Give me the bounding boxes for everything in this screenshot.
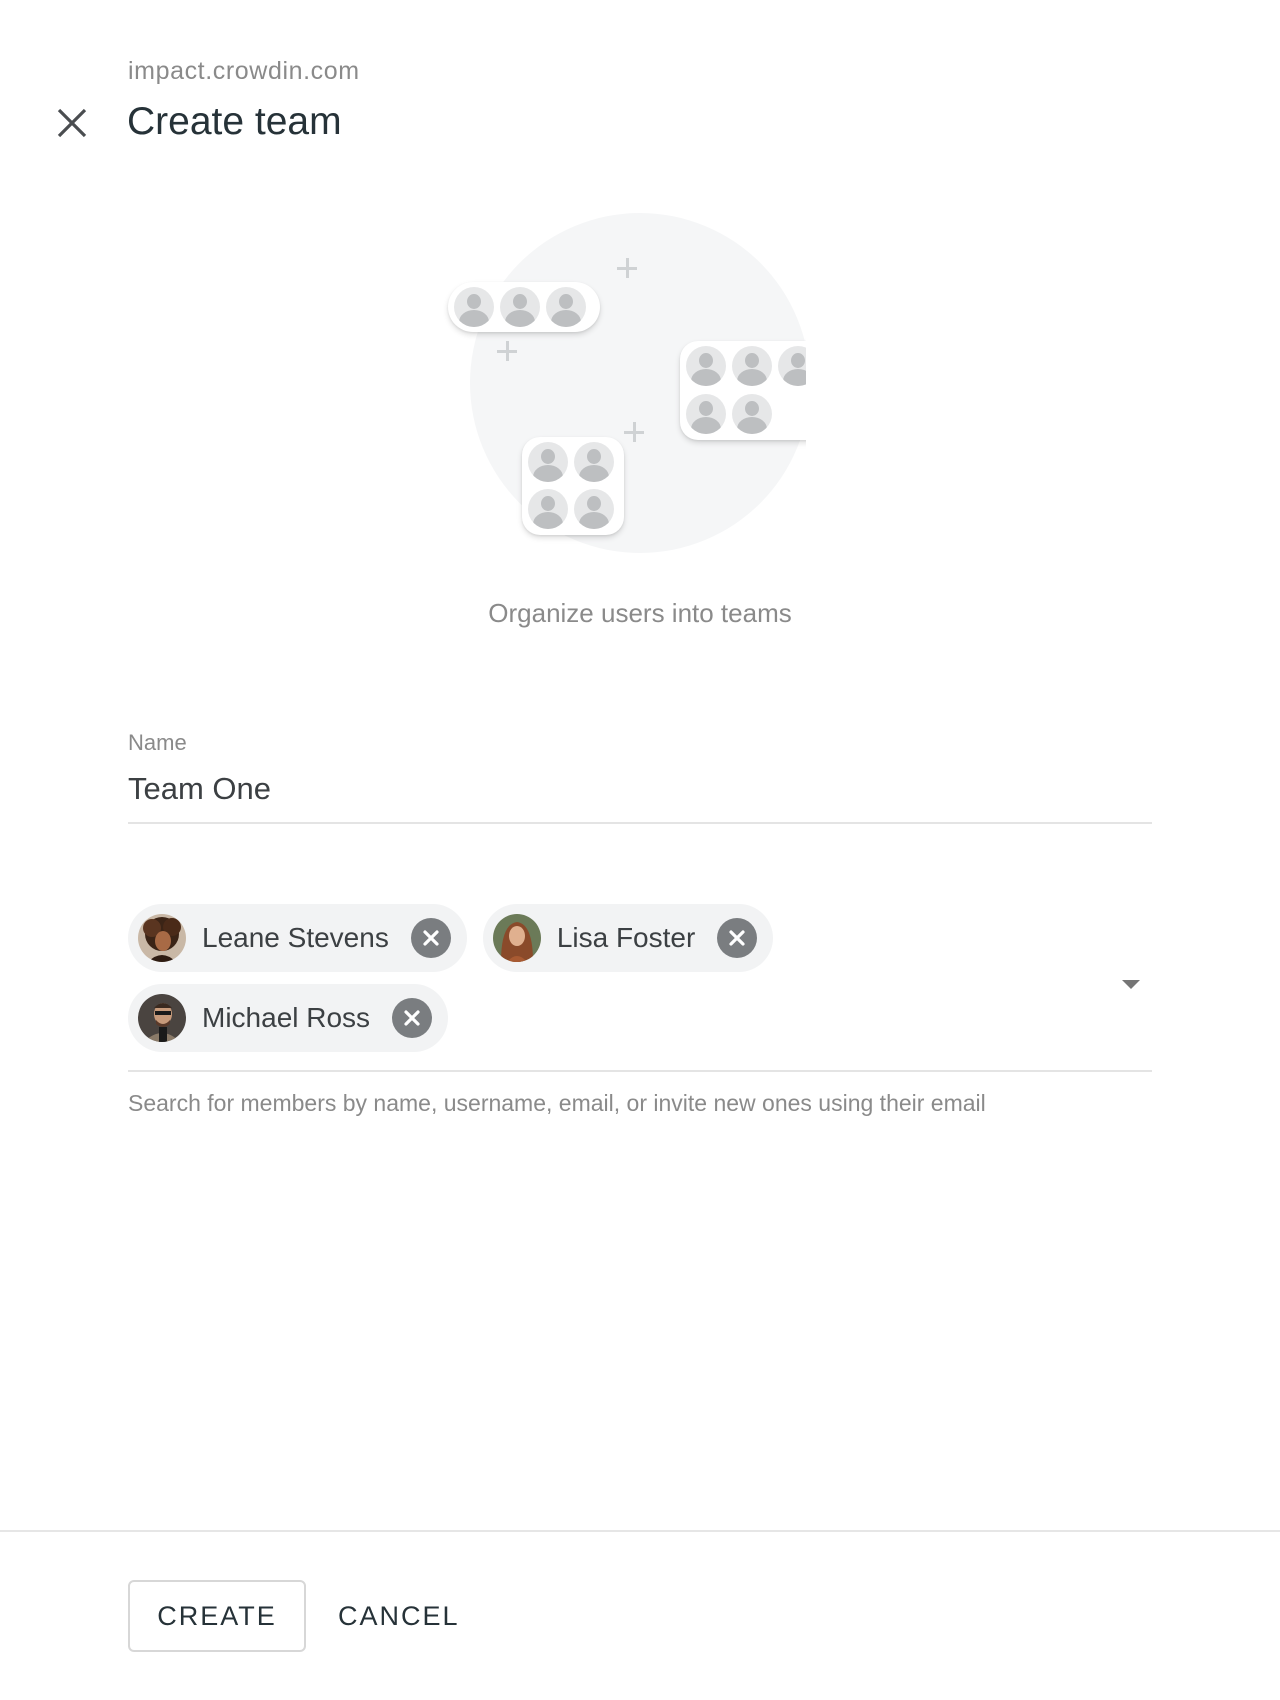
user-placeholder-icon (732, 346, 772, 386)
avatar (138, 994, 186, 1042)
arrow-drop-down-icon[interactable] (1122, 980, 1140, 989)
site-domain: impact.crowdin.com (128, 57, 360, 85)
user-placeholder-icon (454, 287, 494, 327)
close-button[interactable] (52, 103, 92, 143)
user-placeholder-icon (546, 287, 586, 327)
member-chips: Leane Stevens Lisa Foster Michael Ross (128, 904, 908, 1052)
member-chip: Lisa Foster (482, 904, 774, 972)
user-placeholder-icon (686, 393, 726, 434)
member-name: Michael Ross (202, 1002, 371, 1033)
footer-divider (0, 1530, 1280, 1532)
remove-member-button[interactable] (392, 998, 433, 1038)
member-name: Lisa Foster (556, 922, 696, 953)
avatar (138, 914, 186, 962)
user-placeholder-icon (686, 346, 726, 386)
team-groups-illustration (440, 205, 840, 565)
name-label: Name (128, 730, 187, 755)
plus-icon (624, 422, 644, 442)
user-placeholder-icon (500, 287, 540, 327)
remove-circle-icon (404, 1010, 420, 1026)
member-chip: Michael Ross (128, 984, 449, 1052)
illustration-subtitle: Organize users into teams (488, 598, 792, 628)
page-title: Create team (127, 100, 342, 143)
team-card-grid-small (522, 437, 624, 535)
user-placeholder-icon (528, 489, 568, 529)
user-placeholder-icon (574, 489, 614, 529)
plus-icon (617, 258, 637, 278)
cancel-button[interactable]: CANCEL (322, 1580, 476, 1652)
user-placeholder-icon (778, 346, 806, 386)
user-placeholder-icon (574, 442, 614, 482)
team-card-row (448, 282, 600, 332)
members-helper-text: Search for members by name, username, em… (128, 1090, 986, 1116)
remove-member-button[interactable] (717, 918, 758, 958)
member-name: Leane Stevens (202, 922, 389, 953)
members-select[interactable]: Leane Stevens Lisa Foster Michael Ross (128, 904, 1152, 1072)
remove-circle-icon (423, 930, 439, 946)
remove-member-button[interactable] (410, 918, 451, 958)
remove-circle-icon (729, 930, 745, 946)
close-icon (57, 108, 87, 138)
team-card-grid-large (680, 341, 806, 440)
illustration-clip (440, 205, 806, 565)
member-chip: Leane Stevens (128, 904, 467, 972)
plus-icon (497, 341, 517, 361)
name-input[interactable] (128, 764, 1152, 824)
create-button[interactable]: CREATE (128, 1580, 306, 1652)
user-placeholder-icon (732, 393, 772, 434)
user-placeholder-icon (528, 442, 568, 482)
avatar (492, 914, 541, 962)
